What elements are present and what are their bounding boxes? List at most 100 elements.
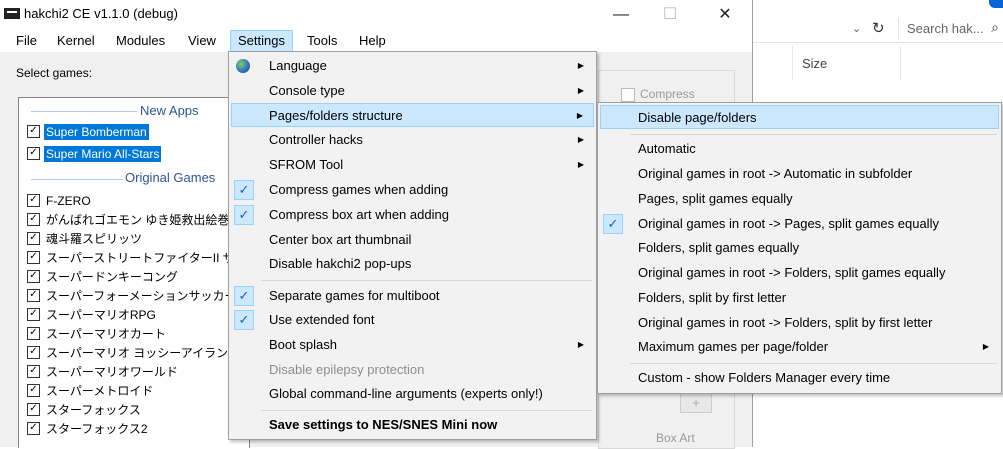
games-list[interactable]: New Apps ✓ Super Bomberman ✓ Super Mario A… (18, 97, 250, 448)
submenu-item-pages-split-equally[interactable]: Pages, split games equally (600, 187, 999, 211)
column-divider[interactable] (900, 46, 901, 80)
checkbox[interactable]: ✓ (27, 147, 40, 161)
menu-view[interactable]: View (181, 30, 223, 52)
list-item[interactable]: ✓ スターフォックス (27, 401, 143, 419)
menu-kernel[interactable]: Kernel (50, 30, 102, 52)
box-art-label: Box Art (656, 431, 695, 445)
menu-item-disable-popups[interactable]: Disable hakchi2 pop-ups (231, 252, 594, 276)
menu-item-console-type[interactable]: Console type ▶ (231, 79, 594, 103)
list-item[interactable]: ✓ がんばれゴエモン ゆき姫救出絵巻 (27, 211, 231, 229)
menu-item-boot-splash[interactable]: Boot splash ▶ (231, 333, 594, 357)
game-title: スーパードンキーコング (46, 270, 178, 284)
menu-settings[interactable]: Settings (230, 30, 293, 52)
submenu-item-folders-split-equally[interactable]: Folders, split games equally (600, 236, 999, 260)
checkbox[interactable]: ✓ (27, 384, 40, 398)
list-item[interactable]: ✓ F-ZERO (27, 192, 93, 210)
list-item[interactable]: ✓ スーパーメトロイド (27, 382, 155, 400)
menu-item-compress-games[interactable]: ✓ Compress games when adding (231, 178, 594, 202)
menu-item-separate-games-multiboot[interactable]: ✓ Separate games for multiboot (231, 284, 594, 308)
menu-item-extended-font[interactable]: ✓ Use extended font (231, 308, 594, 332)
submenu-item-automatic[interactable]: Automatic (600, 137, 999, 161)
menu-modules[interactable]: Modules (109, 30, 172, 52)
menu-item-label: Pages/folders structure (269, 108, 403, 123)
app-icon (4, 8, 20, 19)
game-title: スーパーフォーメーションサッカー (46, 289, 237, 303)
refresh-icon[interactable]: ↻ (872, 19, 885, 37)
checkbox[interactable]: ✓ (27, 251, 40, 265)
settings-dropdown-menu: Language ▶ Console type ▶ Pages/folders … (228, 51, 597, 440)
add-button[interactable]: + (680, 393, 712, 413)
list-item[interactable]: ✓ Super Bomberman (27, 123, 149, 141)
list-item[interactable]: ✓ スーパーマリオ ヨッシーアイランド (27, 344, 242, 362)
minimize-button[interactable]: — (598, 0, 644, 30)
menu-item-label: Maximum games per page/folder (638, 339, 829, 354)
menu-item-save-settings[interactable]: Save settings to NES/SNES Mini now (231, 413, 594, 437)
group-header-original-games: Original Games (125, 170, 216, 185)
submenu-item-original-root-folders-split-equally[interactable]: Original games in root -> Folders, split… (600, 261, 999, 285)
menu-item-global-command-line-args[interactable]: Global command-line arguments (experts o… (231, 382, 594, 406)
menu-item-center-box-art[interactable]: Center box art thumbnail (231, 228, 594, 252)
list-item[interactable]: ✓ スーパーフォーメーションサッカー (27, 287, 238, 305)
select-games-label: Select games: (16, 66, 93, 80)
menu-item-language[interactable]: Language ▶ (231, 54, 594, 78)
submenu-item-original-root-automatic-subfolder[interactable]: Original games in root -> Automatic in s… (600, 162, 999, 186)
menu-item-label: Compress games when adding (269, 182, 449, 197)
check-icon: ✓ (603, 214, 623, 234)
search-input[interactable]: Search hak... ⌕ (898, 18, 1003, 40)
group-header-new-apps: New Apps (140, 103, 199, 118)
list-item[interactable]: ✓ スーパーストリートファイターII ザ ニュ (27, 249, 249, 267)
checkbox[interactable]: ✓ (27, 232, 40, 246)
submenu-item-maximum-games-per-page[interactable]: Maximum games per page/folder ▶ (600, 335, 999, 359)
column-divider[interactable] (792, 46, 793, 80)
checkbox[interactable]: ✓ (27, 289, 40, 303)
checkbox[interactable]: ✓ (27, 194, 40, 208)
compress-checkbox[interactable] (621, 88, 635, 102)
menu-item-label: Original games in root -> Folders, split… (638, 265, 946, 280)
menu-tools[interactable]: Tools (300, 30, 344, 52)
game-title: がんばれゴエモン ゆき姫救出絵巻 (46, 213, 230, 227)
chevron-down-icon[interactable]: ⌄ (852, 22, 861, 35)
game-title: スーパーメトロイド (46, 384, 154, 398)
checkbox[interactable]: ✓ (27, 327, 40, 341)
menu-file[interactable]: File (9, 30, 44, 52)
menu-item-label: Original games in root -> Automatic in s… (638, 166, 913, 181)
maximize-button[interactable]: ☐ (647, 0, 693, 30)
list-item[interactable]: ✓ スターフォックス2 (27, 420, 150, 438)
menu-item-pages-folders-structure[interactable]: Pages/folders structure ▶ (231, 103, 594, 127)
list-item[interactable]: ✓ Super Mario All-Stars (27, 145, 162, 163)
submenu-item-custom-folders-manager[interactable]: Custom - show Folders Manager every time (600, 366, 999, 390)
submenu-item-original-root-pages-split-equally[interactable]: ✓ Original games in root -> Pages, split… (600, 212, 999, 236)
list-item[interactable]: ✓ 魂斗羅スピリッツ (27, 230, 144, 248)
submenu-item-disable-page-folders[interactable]: Disable page/folders (600, 105, 999, 129)
list-item[interactable]: ✓ スーパーマリオワールド (27, 363, 180, 381)
checkbox[interactable]: ✓ (27, 125, 40, 139)
checkbox[interactable]: ✓ (27, 365, 40, 379)
check-icon: ✓ (234, 286, 254, 306)
checkbox[interactable]: ✓ (27, 346, 40, 360)
menu-help[interactable]: Help (352, 30, 393, 52)
checkbox[interactable]: ✓ (27, 422, 40, 436)
list-item[interactable]: ✓ スーパードンキーコング (27, 268, 180, 286)
menu-item-controller-hacks[interactable]: Controller hacks ▶ (231, 128, 594, 152)
checkbox[interactable]: ✓ (27, 403, 40, 417)
menu-item-sfrom-tool[interactable]: SFROM Tool ▶ (231, 153, 594, 177)
group-divider (31, 111, 137, 112)
menu-item-label: SFROM Tool (269, 157, 344, 172)
checkbox[interactable]: ✓ (27, 213, 40, 227)
game-title: スーパーマリオ ヨッシーアイランド (46, 346, 241, 360)
menu-item-label: Save settings to NES/SNES Mini now (269, 417, 498, 432)
list-item[interactable]: ✓ スーパーマリオRPG (27, 306, 158, 324)
menu-item-compress-box-art[interactable]: ✓ Compress box art when adding (231, 203, 594, 227)
checkbox[interactable]: ✓ (27, 270, 40, 284)
game-title: Super Bomberman (44, 124, 149, 140)
list-item[interactable]: ✓ スーパーマリオカート (27, 325, 168, 343)
size-column-header[interactable]: Size (802, 56, 827, 71)
window-title: hakchi2 CE v1.1.0 (debug) (24, 6, 178, 21)
submenu-item-folders-split-first-letter[interactable]: Folders, split by first letter (600, 286, 999, 310)
submenu-item-original-root-folders-first-letter[interactable]: Original games in root -> Folders, split… (600, 311, 999, 335)
menu-item-label: Folders, split by first letter (638, 290, 787, 305)
menu-item-label: Controller hacks (269, 132, 363, 147)
menu-item-disable-epilepsy-protection[interactable]: Disable epilepsy protection (231, 358, 594, 382)
checkbox[interactable]: ✓ (27, 308, 40, 322)
close-button[interactable]: ✕ (702, 0, 748, 30)
